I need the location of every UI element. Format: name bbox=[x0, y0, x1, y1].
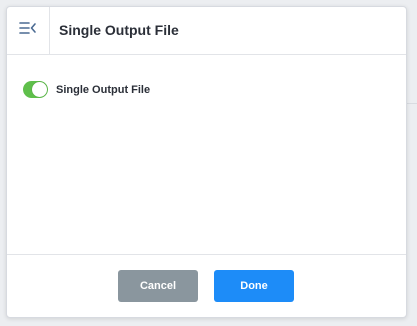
single-output-file-label: Single Output File bbox=[56, 83, 151, 96]
toggle-knob bbox=[32, 82, 47, 97]
single-output-file-toggle[interactable] bbox=[23, 81, 48, 98]
dialog-footer: Cancel Done bbox=[7, 254, 406, 317]
dialog-body: Single Output File bbox=[7, 55, 406, 254]
done-button[interactable]: Done bbox=[214, 270, 294, 302]
dialog-title: Single Output File bbox=[59, 22, 179, 38]
dialog-header: Single Output File bbox=[7, 7, 406, 55]
settings-dialog: Single Output File Single Output File Ca… bbox=[6, 6, 407, 318]
cancel-button[interactable]: Cancel bbox=[118, 270, 198, 302]
collapse-menu-icon bbox=[19, 21, 37, 40]
single-output-file-setting: Single Output File bbox=[23, 81, 150, 98]
collapse-menu-button[interactable] bbox=[7, 7, 50, 54]
